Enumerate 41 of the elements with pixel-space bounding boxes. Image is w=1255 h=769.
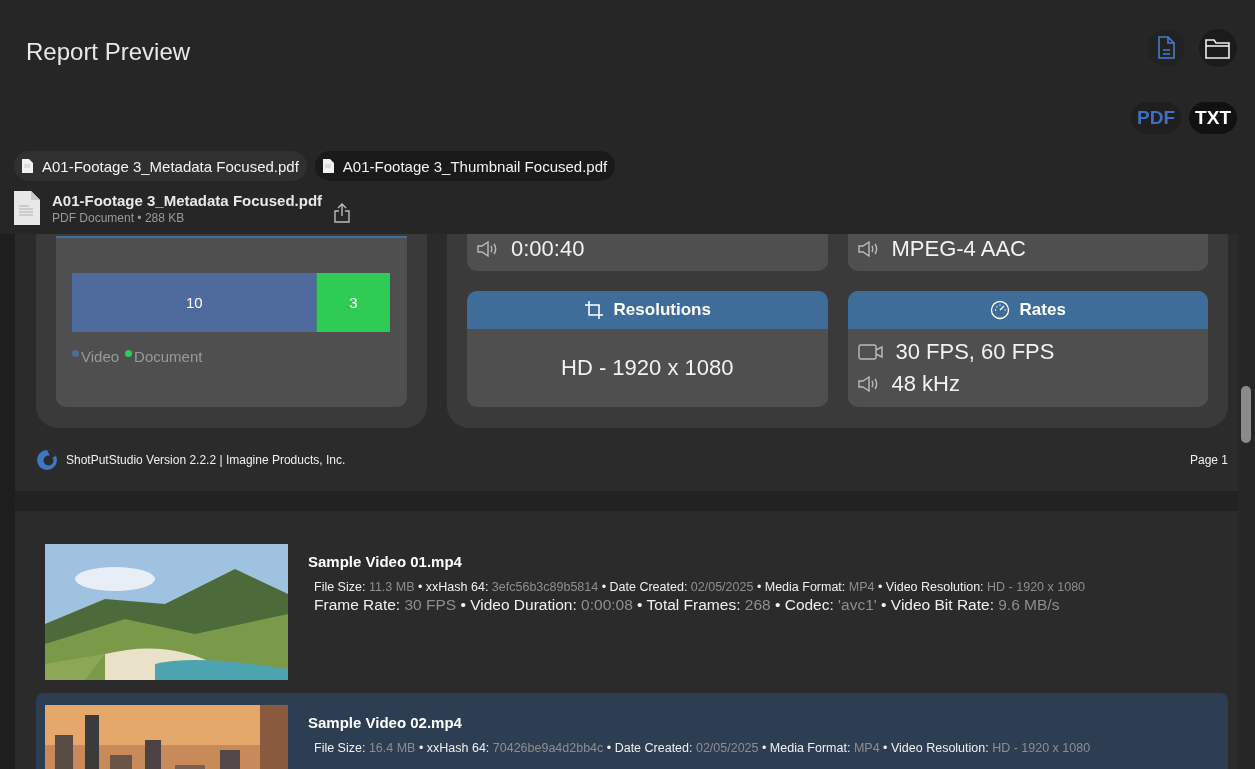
card-title: Rates [1019,300,1066,320]
card-value: 30 FPS, 60 FPS [895,339,1055,365]
file-icon [322,159,334,173]
file-tab[interactable]: A01-Footage 3_Thumbnail Focused.pdf [314,151,616,181]
legend-label: Video [81,348,120,365]
file-details: PDF Document • 288 KB [52,210,186,225]
legend-label: Document [134,348,203,365]
speaker-icon [857,375,880,393]
gauge-icon [989,300,1010,320]
data-label: 3 [349,294,358,311]
file-tab[interactable]: A01-Footage 3_Metadata Focused.pdf [14,151,307,181]
card-value: MPEG-4 AAC [891,236,1026,262]
clip-metadata: Frame Rate: 30 FPS • Video Duration: 0:00:08 • Total Frames: 268 • Codec: 'avc1' • Video Bit Rate: 9.6 MB/s [313,596,1061,614]
data-label: 10 [185,294,203,311]
clip-name: Sample Video 02.mp4 [308,714,463,731]
scrollbar-thumb[interactable] [1241,386,1251,443]
crop-icon [583,300,604,320]
folder-icon [1204,36,1232,60]
video-camera-icon [857,343,884,361]
card-value: 48 kHz [891,371,960,397]
card-value: 0:00:40 [511,236,585,262]
format-toggle[interactable]: TXT [1189,102,1237,134]
document-icon [1156,36,1176,60]
folder-button[interactable] [1199,29,1237,67]
clip-row[interactable]: Sample Video 02.mp4 File Size: 16.4 MB • xxHash 64: 70426be9a4d2bb4c • Date Created: 02/05/2025 • Media Format: MP4 • Video Resolution: HD - 1920 x 1080 [36,693,1228,769]
speaker-icon [857,240,880,258]
document-button[interactable] [1147,29,1185,67]
clip-metadata: File Size: 16.4 MB • xxHash 64: 70426be9a4d2bb4c • Date Created: 02/05/2025 • Media Format: MP4 • Video Resolution: HD - 1920 x 1080 [313,741,1091,755]
app-logo-icon [36,448,58,471]
speaker-icon [477,240,499,258]
document-icon [14,191,40,225]
clip-name: Sample Video 01.mp4 [308,553,463,570]
window-title: Report Preview [26,38,191,66]
file-name: A01-Footage 3_Metadata Focused.pdf [52,191,323,209]
card-value: HD - 1920 x 1080 [561,355,734,381]
clip-metadata: File Size: 11.3 MB • xxHash 64: 3efc56b3c89b5814 • Date Created: 02/05/2025 • Media Format: MP4 • Video Resolution: HD - 1920 x 1080 [313,580,1086,594]
share-button[interactable] [334,203,351,223]
page-number: Page 1 [1189,452,1228,467]
card-title: Resolutions [613,300,711,320]
file-icon [22,159,33,173]
footer-credit: ShotPutStudio Version 2.2.2 | Imagine Products, Inc. [66,452,346,467]
